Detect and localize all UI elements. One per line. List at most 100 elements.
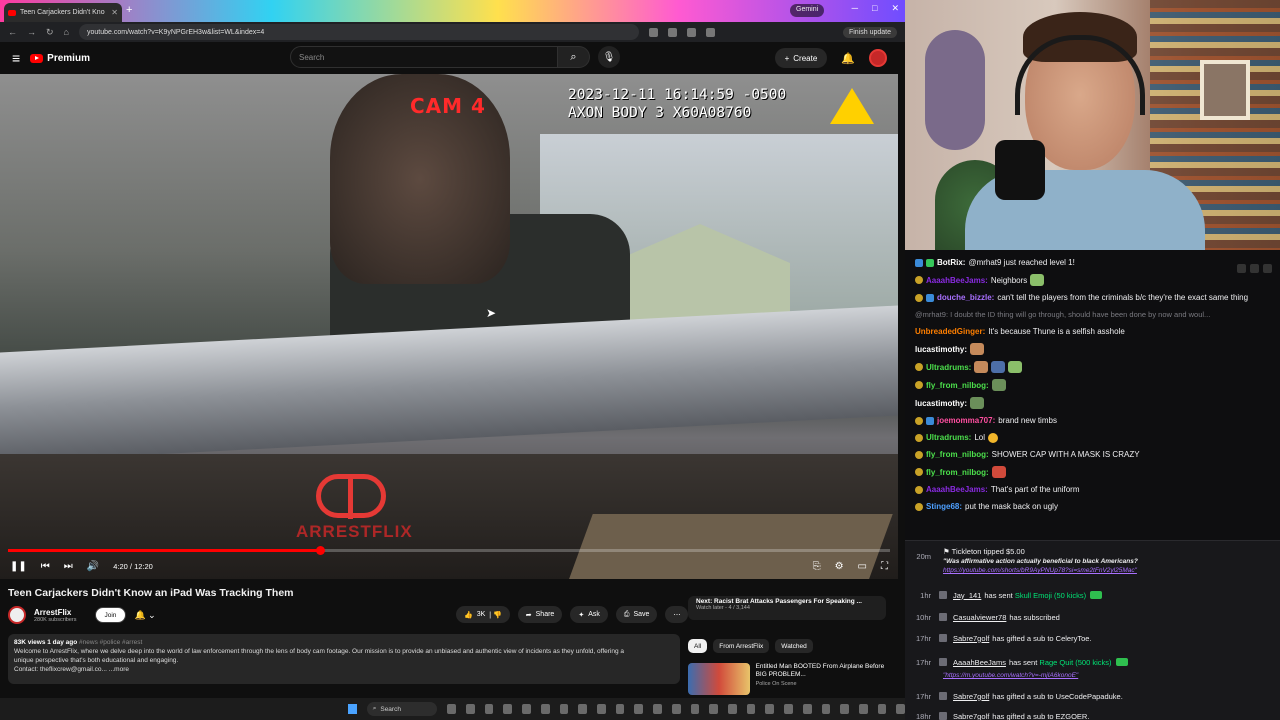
settings-gear-icon[interactable]: ⚙ — [835, 561, 844, 572]
thumbs-down-icon[interactable]: | 👎 — [489, 611, 501, 619]
chat-username[interactable]: fly_from_nilbog: — [926, 449, 989, 460]
save-button[interactable]: ⎙ Save — [615, 606, 658, 623]
chat-username[interactable]: BotRix: — [937, 257, 965, 268]
chat-username[interactable]: Ultradrums: — [926, 432, 971, 443]
extension-icon[interactable] — [648, 27, 658, 37]
forward-icon[interactable]: → — [27, 27, 36, 37]
chat-username[interactable]: fly_from_nilbog: — [926, 467, 989, 478]
tab-close-icon[interactable]: ✕ — [111, 8, 118, 17]
menu-icon[interactable]: ≡ — [12, 50, 20, 66]
create-button[interactable]: + Create — [774, 48, 828, 68]
home-icon[interactable]: ⌂ — [64, 27, 69, 37]
event-user[interactable]: Sabre7golf — [953, 712, 989, 720]
subtitles-icon[interactable]: ⎘ — [813, 561, 821, 572]
search-input[interactable]: Search — [290, 46, 558, 68]
recommended-thumbnail[interactable] — [688, 663, 750, 695]
taskbar-app-icon[interactable] — [540, 704, 550, 714]
url-field[interactable]: youtube.com/watch?v=K9yNPGrEH3w&list=WL&… — [78, 24, 639, 40]
gemini-button[interactable]: Gemini — [790, 4, 825, 17]
windows-start-icon[interactable] — [348, 704, 357, 714]
taskbar-app-icon[interactable] — [634, 704, 644, 714]
settings-icon[interactable] — [1263, 264, 1272, 273]
taskbar-app-icon[interactable] — [615, 704, 625, 714]
taskbar-app-icon[interactable] — [877, 704, 887, 714]
event-user[interactable]: Sabre7golf — [953, 692, 989, 701]
taskbar-search[interactable]: ⌕ Search — [366, 702, 438, 716]
hashtags[interactable]: #news #police #arrest — [79, 639, 142, 646]
extension-icon[interactable] — [705, 27, 715, 37]
maximize-icon[interactable]: □ — [872, 3, 877, 14]
back-icon[interactable]: ← — [8, 27, 17, 37]
taskbar-app-icon[interactable] — [896, 704, 905, 714]
chat-username[interactable]: AaaahBeeJams: — [926, 484, 988, 495]
taskbar-app-icon[interactable] — [784, 704, 793, 714]
notifications-bell-icon[interactable]: 🔔 — [841, 52, 855, 65]
popout-icon[interactable] — [1250, 264, 1259, 273]
taskbar-app-icon[interactable] — [821, 704, 831, 714]
search-button[interactable]: ⌕ — [558, 46, 590, 68]
miniplayer-icon[interactable]: ▭ — [858, 561, 867, 572]
like-button[interactable]: 👍 3K | 👎 — [456, 606, 510, 623]
user-avatar[interactable] — [869, 49, 887, 67]
video-description[interactable]: 83K views 1 day ago #news #police #arres… — [8, 634, 680, 684]
chip-watched[interactable]: Watched — [775, 639, 813, 653]
taskbar-app-icon[interactable] — [559, 704, 569, 714]
taskbar-app-icon[interactable] — [690, 704, 700, 714]
taskbar-app-icon[interactable] — [578, 704, 587, 714]
taskbar-app-icon[interactable] — [653, 704, 662, 714]
ask-button[interactable]: ✦ Ask — [570, 606, 608, 623]
chat-username[interactable]: UnbreadedGinger: — [915, 326, 985, 337]
pause-icon[interactable]: ❚❚ — [10, 561, 27, 572]
taskbar-app-icon[interactable] — [727, 704, 737, 714]
taskbar-app-icon[interactable] — [746, 704, 756, 714]
chat-username[interactable]: lucastimothy: — [915, 344, 967, 355]
chat-username[interactable]: AaaahBeeJams: — [926, 275, 988, 286]
extension-icon[interactable] — [667, 27, 677, 37]
tab-youtube[interactable]: Teen Carjackers Didn't Kno ✕ — [4, 3, 122, 22]
chat-username[interactable]: Ultradrums: — [926, 362, 971, 373]
playlist-next-card[interactable]: Next: Racist Brat Attacks Passengers For… — [688, 596, 886, 620]
recommended-title[interactable]: Entitled Man BOOTED From Airplane Before… — [756, 663, 888, 679]
taskbar-app-icon[interactable] — [447, 704, 456, 714]
chat-username[interactable]: lucastimothy: — [915, 398, 967, 409]
video-progress-bar[interactable] — [8, 546, 890, 555]
reload-icon[interactable]: ↻ — [46, 27, 54, 38]
taskbar-app-icon[interactable] — [522, 704, 531, 714]
taskbar-app-icon[interactable] — [802, 704, 812, 714]
event-user[interactable]: Casualviewer78 — [953, 613, 1006, 622]
taskbar-app-icon[interactable] — [484, 704, 494, 714]
previous-icon[interactable]: ⏮ — [41, 561, 50, 572]
recommended-video[interactable]: Entitled Man BOOTED From Airplane Before… — [688, 663, 888, 695]
taskbar-app-icon[interactable] — [596, 704, 606, 714]
chip-all[interactable]: All — [688, 639, 708, 653]
subscription-bell-icon[interactable]: 🔔 ⌄ — [134, 610, 155, 621]
tip-link[interactable]: https://youtube.com/shorts/bR9AyPNUp78?s… — [943, 567, 1273, 574]
join-button[interactable]: Join — [94, 607, 127, 623]
voice-search-button[interactable]: 🎙 — [598, 46, 620, 68]
taskbar-app-icon[interactable] — [671, 704, 681, 714]
more-link[interactable]: ...more — [109, 666, 129, 673]
taskbar-app-icon[interactable] — [840, 704, 849, 714]
more-actions-button[interactable]: ⋯ — [665, 606, 689, 623]
chat-username[interactable]: fly_from_nilbog: — [926, 380, 989, 391]
taskbar-app-icon[interactable] — [503, 704, 513, 714]
share-button[interactable]: ➦ Share — [517, 606, 563, 623]
event-user[interactable]: Sabre7golf — [953, 634, 989, 643]
taskbar-app-icon[interactable] — [709, 704, 718, 714]
chat-username[interactable]: joemomma707: — [937, 415, 995, 426]
extension-icon[interactable] — [686, 27, 696, 37]
close-window-icon[interactable]: ✕ — [891, 3, 899, 14]
chip-from-arrestflix[interactable]: From ArrestFlix — [713, 639, 770, 653]
event-link[interactable]: "https://m.youtube.com/watch?v=-mjIA6kon… — [943, 672, 1078, 679]
event-user[interactable]: Jay_141 — [953, 591, 981, 600]
finish-update-button[interactable]: Finish update — [842, 26, 897, 38]
minimize-icon[interactable]: ─ — [852, 3, 858, 14]
new-tab-icon[interactable]: + — [126, 4, 132, 16]
video-player[interactable]: CAM 4 2023-12-11 16:14:59 -0500 AXON BOD… — [0, 74, 898, 579]
pin-icon[interactable] — [1237, 264, 1246, 273]
volume-icon[interactable]: 🔊 — [87, 561, 99, 572]
channel-avatar[interactable] — [8, 606, 26, 624]
next-icon[interactable]: ⏭ — [64, 561, 73, 572]
chat-username[interactable]: Stinge68: — [926, 501, 962, 512]
taskbar-app-icon[interactable] — [765, 704, 775, 714]
